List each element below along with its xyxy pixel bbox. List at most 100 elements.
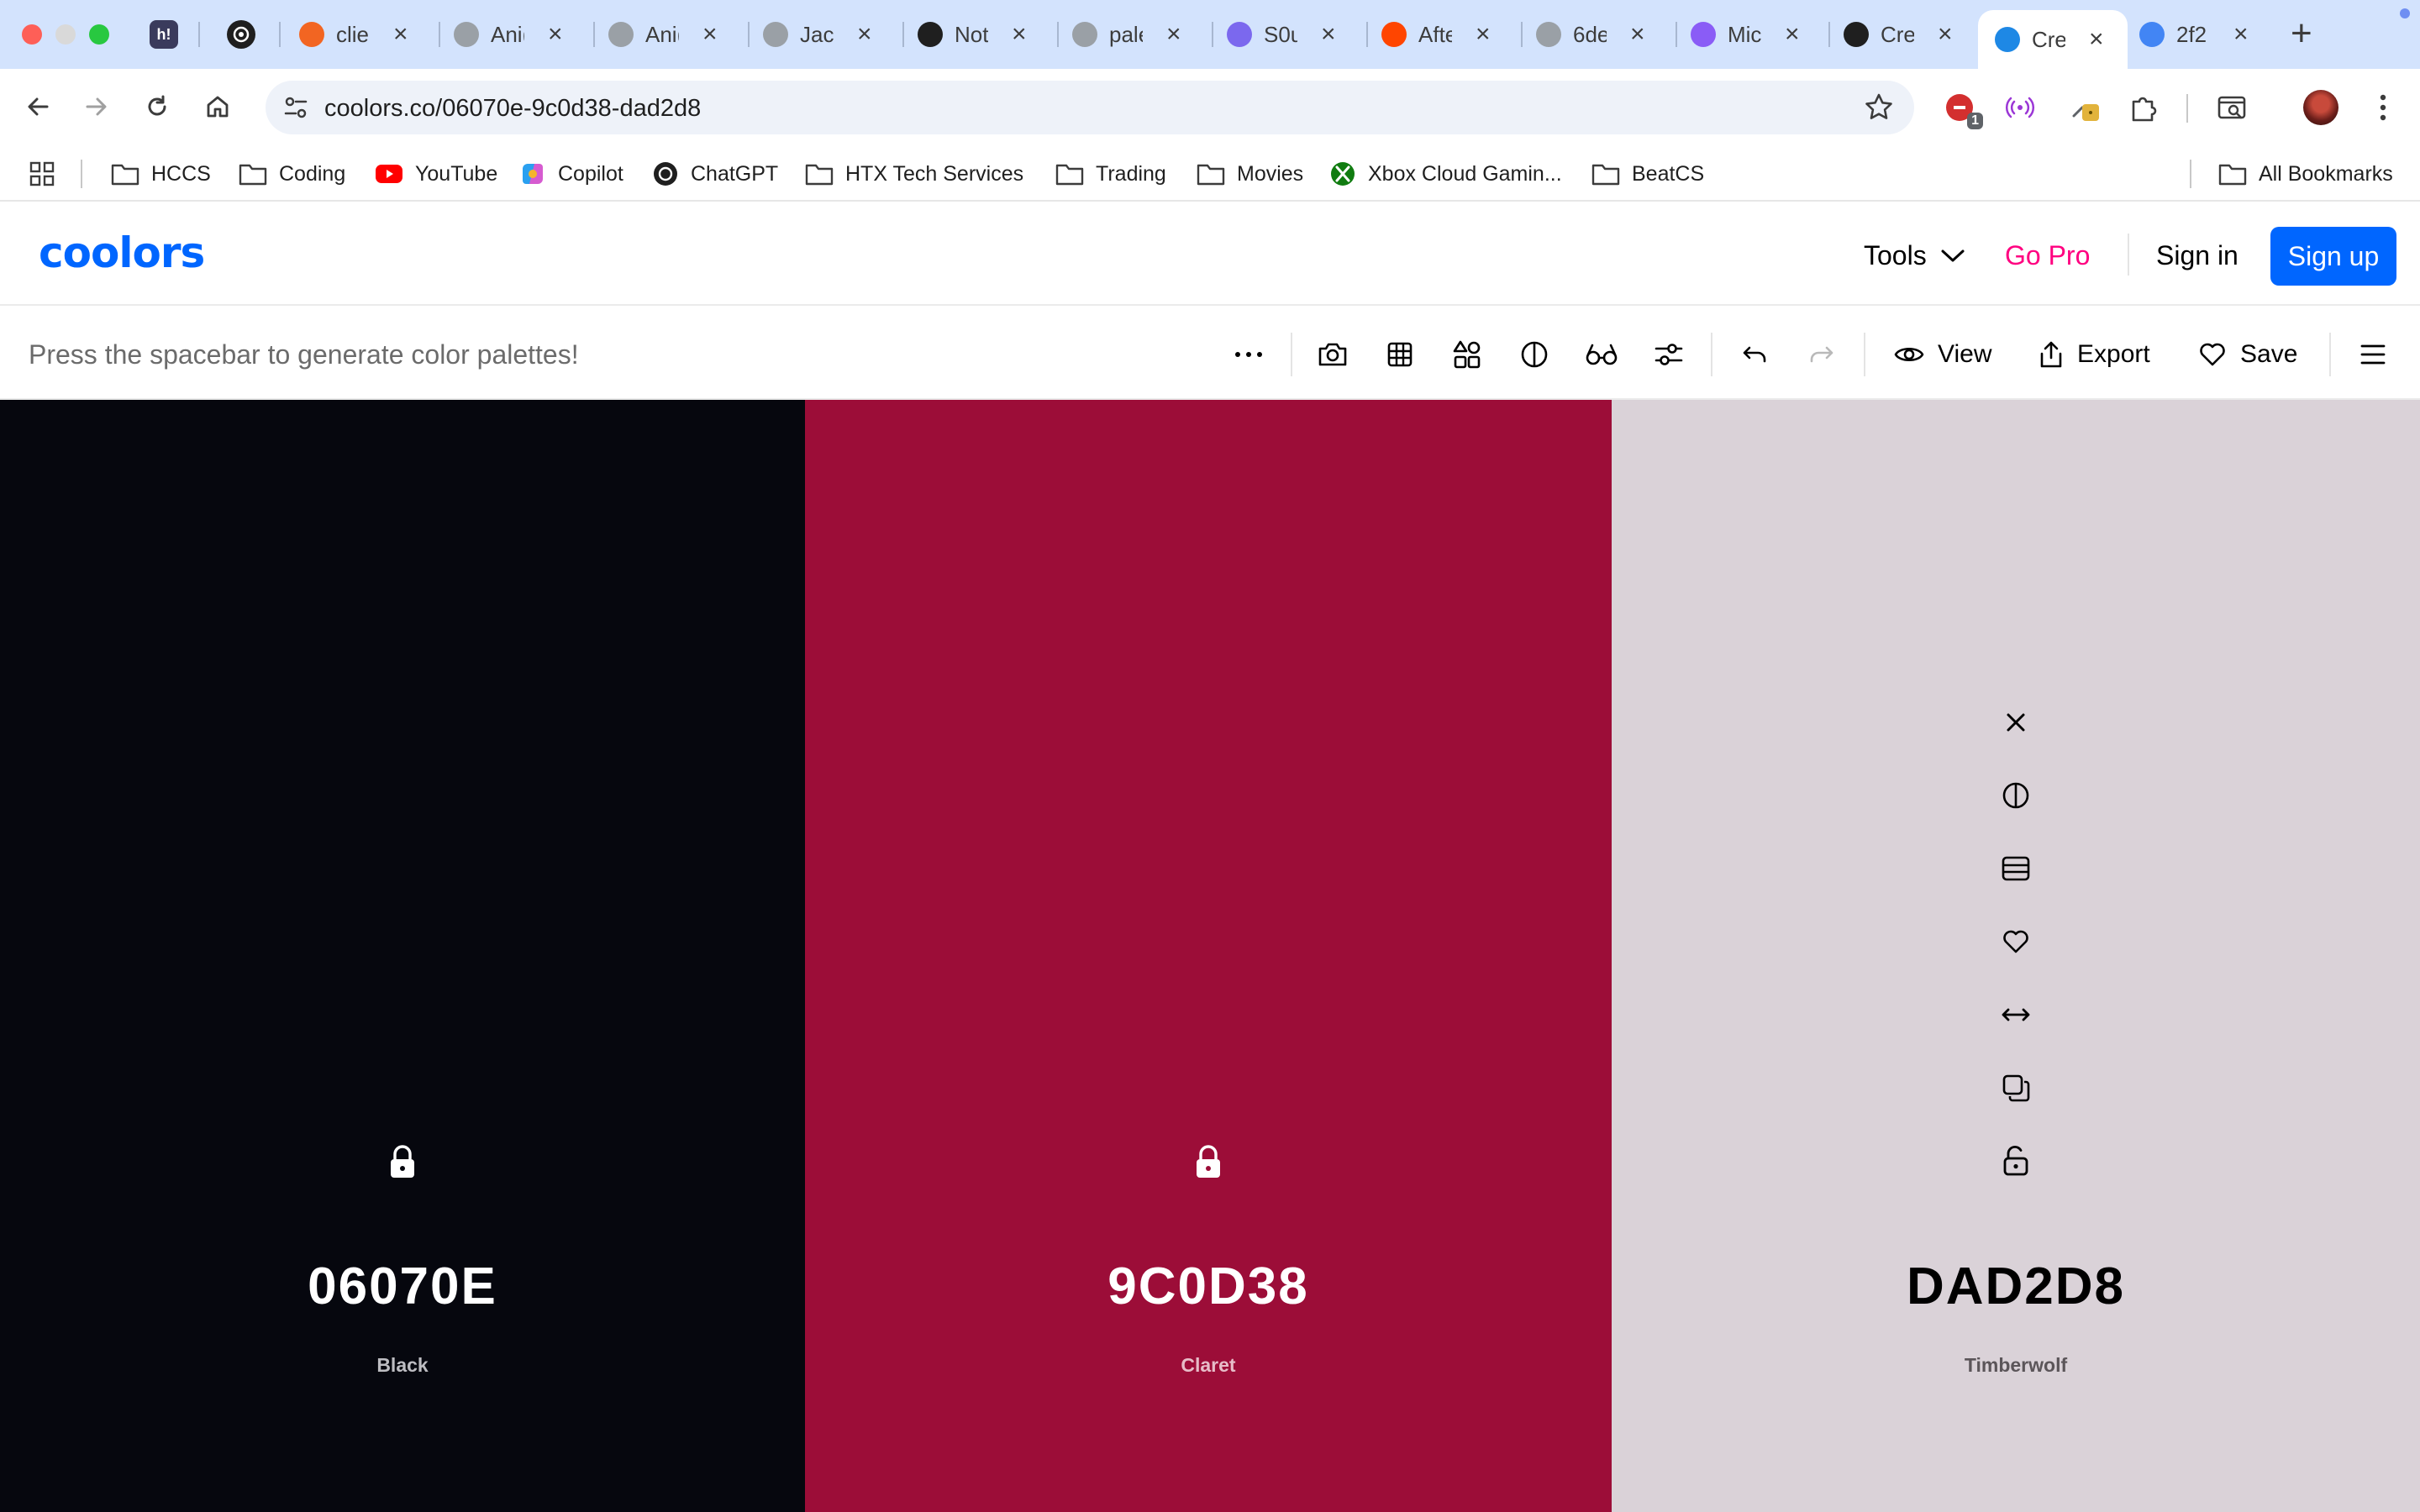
color-blindness-button[interactable]: [1581, 334, 1622, 375]
camera-button[interactable]: [1313, 334, 1353, 375]
more-options-button[interactable]: [1228, 334, 1269, 375]
bookmark-item[interactable]: Coding: [239, 158, 345, 190]
bookmark-separator: [2190, 160, 2191, 188]
browser-tab[interactable]: Not ×: [918, 13, 1027, 55]
extension-adblock[interactable]: 1: [1939, 87, 1983, 129]
chatgpt-icon: [233, 26, 250, 43]
tab-separator: [198, 22, 200, 47]
tab-close-icon[interactable]: ×: [393, 22, 408, 47]
tab-close-icon[interactable]: ×: [1321, 22, 1336, 47]
redo-button[interactable]: [1802, 334, 1842, 375]
export-button[interactable]: Export: [2039, 334, 2150, 375]
bookmark-item[interactable]: BeatCS: [1591, 158, 1704, 190]
sign-in-link[interactable]: Sign in: [2156, 240, 2238, 271]
bookmark-item[interactable]: HTX Tech Services: [805, 158, 1023, 190]
extensions-button[interactable]: [2123, 87, 2163, 128]
tab-search-icon: [2217, 96, 2246, 119]
site-header: coolors Tools Go Pro Sign in Sign up: [0, 203, 2420, 306]
apps-button[interactable]: [29, 158, 55, 190]
copy-hex-button[interactable]: [1996, 1068, 2036, 1108]
grid-view-button[interactable]: [1380, 334, 1420, 375]
window-minimize-button[interactable]: [55, 24, 76, 45]
extension-pen[interactable]: [2065, 87, 2106, 128]
window-maximize-button[interactable]: [89, 24, 109, 45]
extension-broadcast[interactable]: [2000, 87, 2040, 128]
tab-separator: [279, 22, 281, 47]
browser-tab-active[interactable]: Cre ×: [1978, 10, 2128, 69]
browser-menu-button[interactable]: [2363, 87, 2403, 128]
tab-close-icon[interactable]: ×: [857, 22, 872, 47]
chatgpt-icon: [652, 160, 679, 187]
browser-tab[interactable]: Cre ×: [1844, 13, 1953, 55]
shades-list-button[interactable]: [1996, 848, 2036, 889]
sign-up-button[interactable]: Sign up: [2270, 227, 2396, 286]
color-swatch[interactable]: 06070E Black: [0, 400, 805, 1512]
new-tab-button[interactable]: +: [2291, 15, 2312, 52]
color-swatch[interactable]: DAD2D8 Timberwolf: [1612, 400, 2420, 1512]
view-button[interactable]: View: [1894, 334, 1991, 375]
bookmark-item[interactable]: Trading: [1055, 158, 1166, 190]
tab-separator: [902, 22, 904, 47]
browser-tab[interactable]: Jaci ×: [763, 13, 872, 55]
go-pro-link[interactable]: Go Pro: [2005, 240, 2090, 271]
tab-close-icon[interactable]: ×: [548, 22, 563, 47]
remove-color-button[interactable]: [1996, 702, 2036, 743]
tab-close-icon[interactable]: ×: [702, 22, 718, 47]
tab-search-button[interactable]: [2212, 87, 2252, 128]
browser-tab[interactable]: S0u ×: [1227, 13, 1336, 55]
home-button[interactable]: [197, 86, 239, 128]
tab-close-icon[interactable]: ×: [1938, 22, 1953, 47]
tab-close-icon[interactable]: ×: [1012, 22, 1027, 47]
browser-tab[interactable]: clie ×: [299, 13, 408, 55]
tab-close-icon[interactable]: ×: [1785, 22, 1800, 47]
window-close-button[interactable]: [22, 24, 42, 45]
lock-toggle-button[interactable]: [1193, 1144, 1223, 1184]
browser-tab[interactable]: Ani(×: [454, 13, 563, 55]
tab-close-icon[interactable]: ×: [2089, 27, 2104, 52]
browser-tab[interactable]: 2f2 ×: [2139, 13, 2249, 55]
browser-tab[interactable]: Mic ×: [1691, 13, 1800, 55]
address-bar[interactable]: coolors.co/06070e-9c0d38-dad2d8: [266, 81, 1914, 134]
all-bookmarks-button[interactable]: All Bookmarks: [2218, 158, 2393, 190]
tab-close-icon[interactable]: ×: [1166, 22, 1181, 47]
pinned-tab-hackerrank[interactable]: h!: [150, 20, 178, 49]
tab-close-icon[interactable]: ×: [1630, 22, 1645, 47]
bookmark-item[interactable]: HCCS: [111, 158, 211, 190]
hamburger-menu-button[interactable]: [2353, 334, 2393, 375]
bookmark-item[interactable]: Xbox Cloud Gamin...: [1329, 158, 1562, 190]
bookmark-item[interactable]: Movies: [1197, 158, 1303, 190]
color-hex-code[interactable]: 06070E: [0, 1257, 805, 1316]
tab-close-icon[interactable]: ×: [1476, 22, 1491, 47]
coolors-logo[interactable]: coolors: [39, 228, 205, 277]
color-hex-code[interactable]: DAD2D8: [1612, 1257, 2420, 1316]
back-button[interactable]: [17, 86, 59, 128]
profile-avatar-button[interactable]: [2301, 87, 2341, 128]
undo-button[interactable]: [1734, 334, 1775, 375]
bookmark-item[interactable]: ChatGPT: [652, 158, 778, 190]
site-info-button[interactable]: [281, 92, 311, 127]
bookmark-star-button[interactable]: [1862, 91, 1896, 129]
adjust-palette-button[interactable]: [1649, 334, 1689, 375]
browser-tab[interactable]: 6de ×: [1536, 13, 1645, 55]
view-shades-button[interactable]: [1996, 775, 2036, 816]
bookmark-item[interactable]: YouTube: [375, 158, 497, 190]
drag-color-button[interactable]: [1996, 995, 2036, 1035]
bookmark-item[interactable]: Copilot: [519, 158, 623, 190]
sliders-icon: [1655, 344, 1683, 365]
save-color-button[interactable]: [1996, 921, 2036, 962]
forward-button[interactable]: [76, 86, 118, 128]
browser-tab[interactable]: pale ×: [1072, 13, 1181, 55]
tab-close-icon[interactable]: ×: [2233, 22, 2249, 47]
save-button[interactable]: Save: [2198, 334, 2297, 375]
color-swatch[interactable]: 9C0D38 Claret: [805, 400, 1612, 1512]
reload-button[interactable]: [136, 86, 178, 128]
browser-tab[interactable]: Afte ×: [1381, 13, 1491, 55]
pinned-tab-chatgpt[interactable]: [227, 20, 255, 49]
lock-toggle-button[interactable]: [387, 1144, 418, 1184]
lock-toggle-button[interactable]: [1996, 1141, 2036, 1181]
contrast-button[interactable]: [1514, 334, 1555, 375]
tools-menu[interactable]: Tools: [1864, 240, 1965, 271]
color-hex-code[interactable]: 9C0D38: [805, 1257, 1612, 1316]
browser-tab[interactable]: Ani(×: [608, 13, 718, 55]
shapes-button[interactable]: [1447, 334, 1487, 375]
